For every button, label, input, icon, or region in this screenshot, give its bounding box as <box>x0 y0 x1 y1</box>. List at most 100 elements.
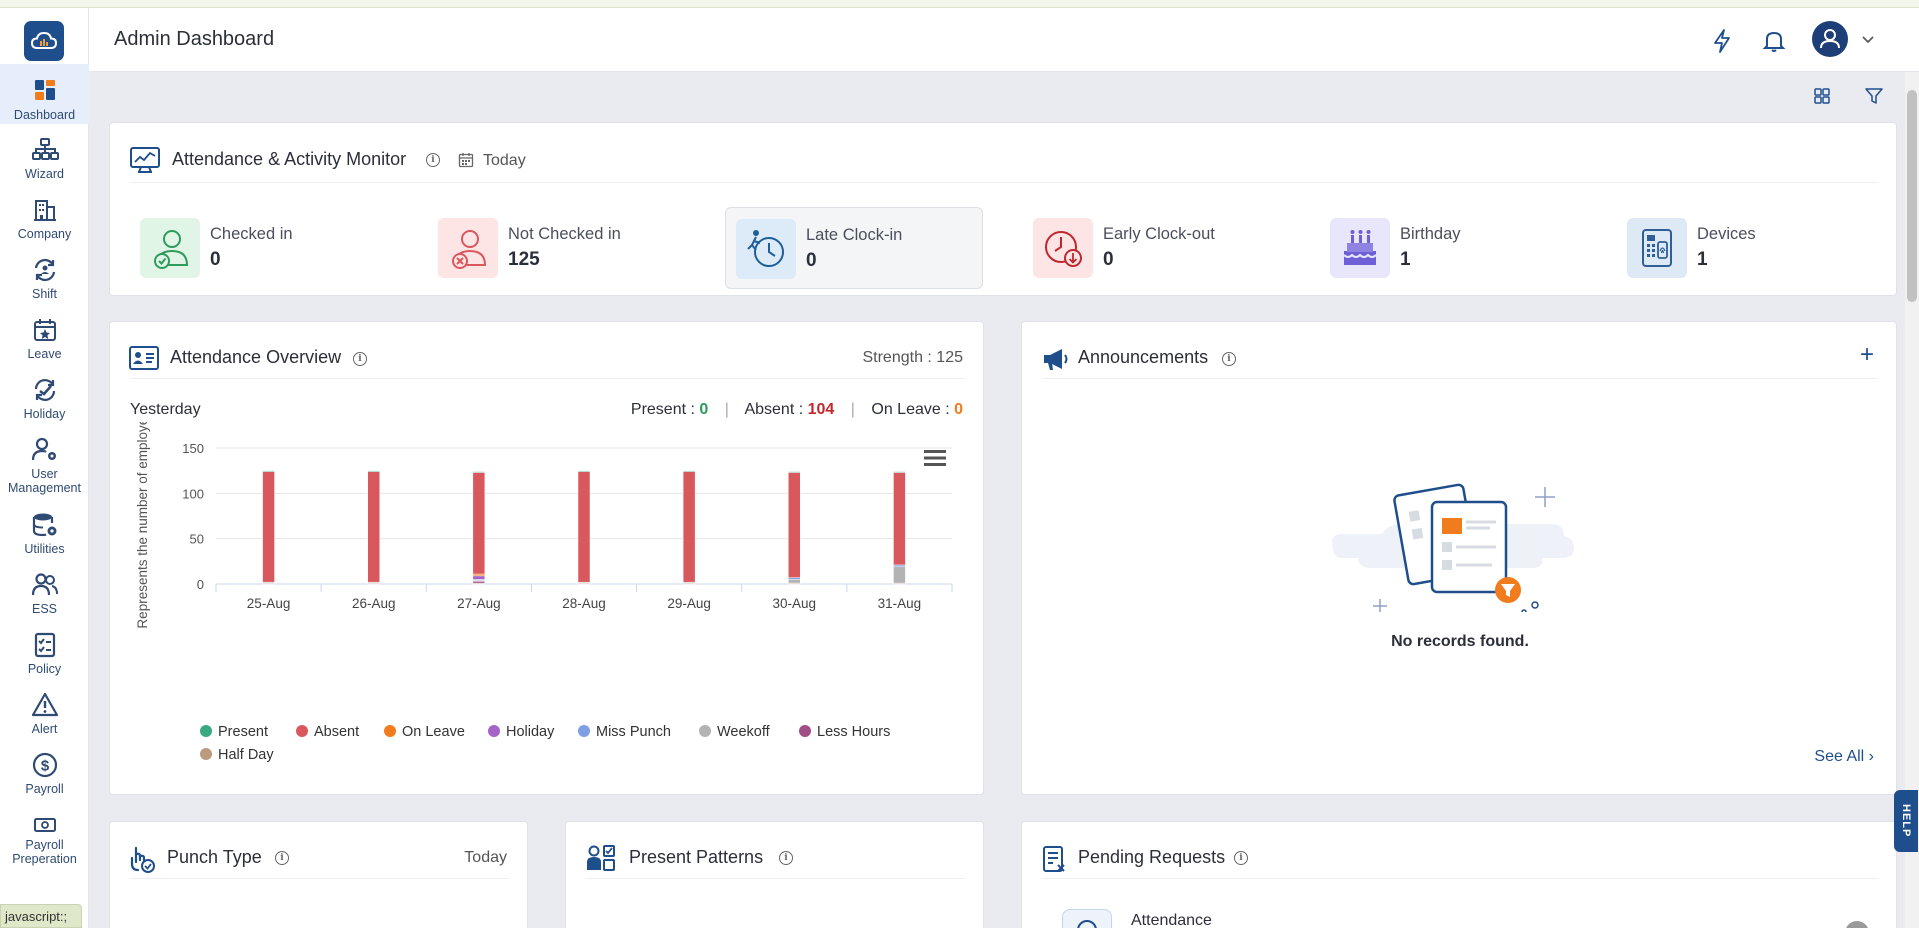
leave-value: 0 <box>954 401 963 418</box>
legend-dot <box>488 725 500 737</box>
sidebar-item-label: Dashboard <box>13 108 76 122</box>
announcements-title: Announcements <box>1078 347 1209 367</box>
stat-late-clock-in[interactable]: Late Clock-in 0 <box>725 207 983 289</box>
bell-icon[interactable] <box>1761 28 1787 54</box>
bar-segment-absent <box>262 471 275 583</box>
filter-icon[interactable] <box>1864 86 1884 106</box>
legend-item-miss-punch[interactable]: Miss Punch <box>578 724 671 740</box>
bar-segment-present <box>893 471 906 473</box>
sidebar-item-payroll[interactable]: $ Payroll <box>0 751 89 796</box>
x-tick-label: 29-Aug <box>667 596 711 611</box>
stat-label: Checked in <box>210 225 293 243</box>
sidebar-item-utilities[interactable]: Utilities <box>0 511 89 556</box>
bar-segment-absent <box>788 472 801 578</box>
stat-icon-bg <box>140 218 200 278</box>
see-all-link[interactable]: See All › <box>1814 748 1874 766</box>
overview-title: Attendance Overview <box>170 347 342 367</box>
bar-segment-miss-punch <box>788 577 801 580</box>
chart-menu-icon[interactable] <box>924 449 946 467</box>
stat-early-clock-out[interactable]: Early Clock-out 0 <box>1023 207 1281 289</box>
legend-item-less-hours[interactable]: Less Hours <box>799 724 890 740</box>
app-logo[interactable] <box>24 21 64 61</box>
legend-label: Miss Punch <box>596 724 671 740</box>
info-icon[interactable]: i <box>426 153 440 167</box>
stat-icon-bg <box>1033 218 1093 278</box>
sidebar-item-company[interactable]: Company <box>0 196 89 241</box>
stat-checked-in[interactable]: Checked in 0 <box>130 207 388 289</box>
stat-label: Not Checked in <box>508 225 621 243</box>
user-avatar[interactable] <box>1812 21 1848 57</box>
add-announcement-button[interactable]: + <box>1860 341 1874 369</box>
separator: | <box>724 401 729 418</box>
sidebar-item-dashboard[interactable]: Dashboard <box>0 64 89 124</box>
overview-day: Yesterday <box>130 401 201 418</box>
top-header: Admin Dashboard <box>89 8 1919 72</box>
legend-item-weekoff[interactable]: Weekoff <box>699 724 770 740</box>
legend-item-on-leave[interactable]: On Leave <box>384 724 465 740</box>
sidebar-item-user-management[interactable]: User Management <box>0 436 89 495</box>
pending-item-attendance[interactable]: Attendance <box>1131 912 1212 928</box>
info-icon[interactable]: i <box>779 851 793 865</box>
sidebar-item-holiday[interactable]: Holiday <box>0 376 89 421</box>
bar-segment-absent <box>682 471 696 583</box>
stat-birthday[interactable]: Birthday 1 <box>1320 207 1578 289</box>
divider <box>1042 378 1878 379</box>
help-tab[interactable]: HELP <box>1894 790 1918 852</box>
legend-item-present[interactable]: Present <box>200 724 268 740</box>
x-tick-label: 31-Aug <box>878 596 922 611</box>
x-tick-label: 27-Aug <box>457 596 501 611</box>
empty-state-text: No records found. <box>1391 633 1529 650</box>
status-bar-link-preview: javascript:; <box>0 904 82 928</box>
sidebar-item-leave[interactable]: Leave <box>0 316 89 361</box>
sidebar-item-alert[interactable]: Alert <box>0 691 89 736</box>
info-icon[interactable]: i <box>275 851 289 865</box>
x-tick-label: 25-Aug <box>247 596 291 611</box>
info-icon[interactable]: i <box>353 352 367 366</box>
bar-segment-absent <box>472 472 486 575</box>
y-tick-label: 100 <box>182 486 204 501</box>
scrollbar-thumb[interactable] <box>1907 90 1917 302</box>
monitor-period: Today <box>483 152 526 169</box>
sidebar-item-label: Payroll <box>25 782 64 796</box>
legend-item-absent[interactable]: Absent <box>296 724 359 740</box>
sidebar-item-shift[interactable]: Shift <box>0 256 89 301</box>
overview-summary: Present : 0 | Absent : 104 | On Leave : … <box>631 401 963 419</box>
pending-requests-card: Pending Requests i Attendance <box>1021 821 1897 928</box>
stat-not-checked-in[interactable]: Not Checked in 125 <box>428 207 686 289</box>
payroll-icon: $ <box>32 752 57 778</box>
legend-dot <box>578 725 590 737</box>
legend-item-half-day[interactable]: Half Day <box>200 747 274 763</box>
legend-dot <box>384 725 396 737</box>
sidebar-item-policy[interactable]: Policy <box>0 631 89 676</box>
page-title: Admin Dashboard <box>114 28 275 50</box>
policy-icon <box>34 632 55 658</box>
y-axis-label: Represents the number of employees <box>135 422 150 629</box>
legend-label: Present <box>218 724 268 740</box>
pending-requests-title: Pending Requests <box>1078 847 1226 867</box>
sidebar-item-ess[interactable]: ESS <box>0 571 89 616</box>
sidebar-item-payroll-preparation[interactable]: Payroll Preperation <box>0 815 89 866</box>
layout-grid-icon[interactable] <box>1812 86 1832 106</box>
calendar-icon <box>458 153 474 168</box>
lightning-icon[interactable] <box>1709 28 1735 54</box>
info-icon[interactable]: i <box>1234 851 1248 865</box>
stat-devices[interactable]: Devices 1 <box>1617 207 1875 289</box>
bar-segment-present <box>682 470 696 472</box>
present-label: Present : <box>630 401 700 418</box>
bar-segment-holiday <box>472 575 486 580</box>
bar-segment-present <box>788 471 801 473</box>
legend-item-holiday[interactable]: Holiday <box>488 724 554 740</box>
bar-segment-present <box>472 471 486 473</box>
wizard-icon <box>31 138 59 160</box>
present-patterns-card: Present Patterns i <box>565 821 984 928</box>
user-management-icon <box>31 437 56 461</box>
punch-hand-icon <box>130 846 155 873</box>
present-value: 0 <box>699 401 709 418</box>
chevron-down-icon[interactable] <box>1861 32 1875 46</box>
sidebar-item-wizard[interactable]: Wizard <box>0 136 89 181</box>
sidebar-item-label: Shift <box>31 287 57 301</box>
info-icon[interactable]: i <box>1222 352 1236 366</box>
clock-icon <box>1077 920 1097 928</box>
bar-segment-miss-punch <box>893 564 906 568</box>
sidebar-item-label-2: Management <box>8 481 81 495</box>
